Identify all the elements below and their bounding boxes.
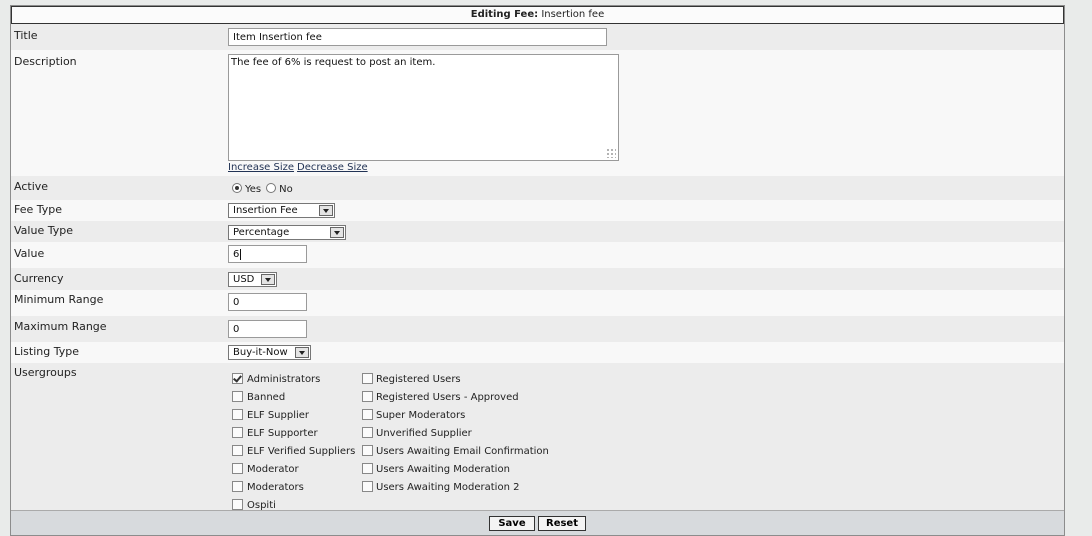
usergroup-checkbox[interactable] [362, 481, 373, 492]
usergroup-label: ELF Supporter [247, 428, 318, 439]
usergroup-checkbox[interactable] [232, 373, 243, 384]
active-yes-label: Yes [245, 184, 262, 195]
value-type-label: Value Type [14, 224, 73, 237]
max-range-label: Maximum Range [14, 320, 107, 333]
textarea-size-links: Increase Size Decrease Size [228, 162, 371, 173]
currency-label: Currency [14, 272, 64, 285]
usergroup-checkbox[interactable] [232, 427, 243, 438]
currency-value: USD [233, 274, 255, 285]
chevron-down-icon [261, 274, 275, 285]
max-range-input[interactable]: 0 [228, 320, 307, 338]
reset-button[interactable]: Reset [538, 516, 586, 531]
save-button[interactable]: Save [489, 516, 535, 531]
description-row: Description The fee of 6% is request to … [11, 50, 1064, 176]
usergroup-checkbox[interactable] [362, 409, 373, 420]
value-input[interactable]: 6 [228, 245, 307, 263]
title-input[interactable]: Item Insertion fee [228, 28, 607, 46]
min-range-row: Minimum Range 0 [11, 290, 1064, 316]
usergroup-label: Moderators [247, 482, 304, 493]
header-fee-name: Insertion fee [541, 9, 605, 20]
fee-type-row: Fee Type Insertion Fee [11, 200, 1064, 221]
title-row: Title Item Insertion fee [11, 24, 1064, 50]
usergroup-checkbox[interactable] [232, 499, 243, 510]
min-range-label: Minimum Range [14, 293, 104, 306]
value-row: Value 6 [11, 242, 1064, 268]
description-label: Description [14, 55, 77, 68]
value-label: Value [14, 247, 45, 260]
description-textarea[interactable]: The fee of 6% is request to post an item… [228, 54, 619, 161]
active-label: Active [14, 180, 49, 193]
usergroup-checkbox[interactable] [232, 463, 243, 474]
listing-type-select[interactable]: Buy-it-Now [228, 345, 311, 360]
currency-row: Currency USD [11, 268, 1064, 290]
chevron-down-icon [330, 227, 344, 238]
usergroup-checkbox[interactable] [232, 481, 243, 492]
listing-type-row: Listing Type Buy-it-Now [11, 342, 1064, 363]
usergroup-label: Registered Users - Approved [376, 392, 519, 403]
usergroup-label: Users Awaiting Email Confirmation [376, 446, 549, 457]
value-type-row: Value Type Percentage [11, 221, 1064, 242]
value-type-value: Percentage [233, 227, 290, 238]
description-text: The fee of 6% is request to post an item… [231, 57, 436, 68]
usergroup-label: Moderator [247, 464, 299, 475]
active-radio-group: Yes No [232, 182, 298, 195]
usergroup-label: Registered Users [376, 374, 461, 385]
usergroup-checkbox[interactable] [362, 463, 373, 474]
fee-type-label: Fee Type [14, 203, 63, 216]
usergroup-label: Banned [247, 392, 286, 403]
title-label: Title [14, 29, 38, 42]
usergroup-checkbox[interactable] [232, 409, 243, 420]
text-caret [240, 249, 242, 260]
active-row: Active Yes No [11, 176, 1064, 200]
usergroup-label: ELF Verified Suppliers [247, 446, 356, 457]
usergroup-checkbox[interactable] [362, 391, 373, 402]
usergroups-row: Usergroups Administrators Banned ELF Suppl… [11, 363, 1064, 513]
usergroup-label: Users Awaiting Moderation [376, 464, 510, 475]
max-range-row: Maximum Range 0 [11, 316, 1064, 342]
form-footer: Save Reset [11, 510, 1064, 535]
usergroup-checkbox[interactable] [232, 391, 243, 402]
usergroup-checkbox[interactable] [232, 445, 243, 456]
min-range-input[interactable]: 0 [228, 293, 307, 311]
chevron-down-icon [319, 205, 333, 216]
currency-select[interactable]: USD [228, 272, 277, 287]
usergroup-label: ELF Supplier [247, 410, 310, 421]
chevron-down-icon [295, 347, 309, 358]
increase-size-link[interactable]: Increase Size [228, 162, 294, 173]
active-no-label: No [279, 184, 293, 195]
fee-type-select[interactable]: Insertion Fee [228, 203, 335, 218]
active-yes-radio[interactable] [232, 183, 242, 193]
usergroup-label: Users Awaiting Moderation 2 [376, 482, 520, 493]
listing-type-value: Buy-it-Now [233, 347, 288, 358]
resize-grip-icon[interactable] [606, 148, 616, 158]
usergroup-label: Unverified Supplier [376, 428, 472, 439]
usergroup-checkbox[interactable] [362, 373, 373, 384]
active-no-radio[interactable] [266, 183, 277, 193]
fee-type-value: Insertion Fee [233, 205, 298, 216]
usergroup-checkbox[interactable] [362, 445, 373, 456]
usergroup-label: Administrators [247, 374, 321, 385]
usergroup-checkbox[interactable] [362, 427, 373, 438]
decrease-size-link[interactable]: Decrease Size [297, 162, 368, 173]
panel-header: Editing Fee: Insertion fee [11, 6, 1064, 24]
listing-type-label: Listing Type [14, 345, 80, 358]
value-text: 6 [233, 249, 240, 260]
usergroup-label: Super Moderators [376, 410, 466, 421]
value-type-select[interactable]: Percentage [228, 225, 346, 240]
edit-fee-panel: Editing Fee: Insertion fee Title Item In… [10, 5, 1065, 536]
usergroups-label: Usergroups [14, 366, 77, 379]
header-prefix: Editing Fee: [470, 9, 539, 20]
